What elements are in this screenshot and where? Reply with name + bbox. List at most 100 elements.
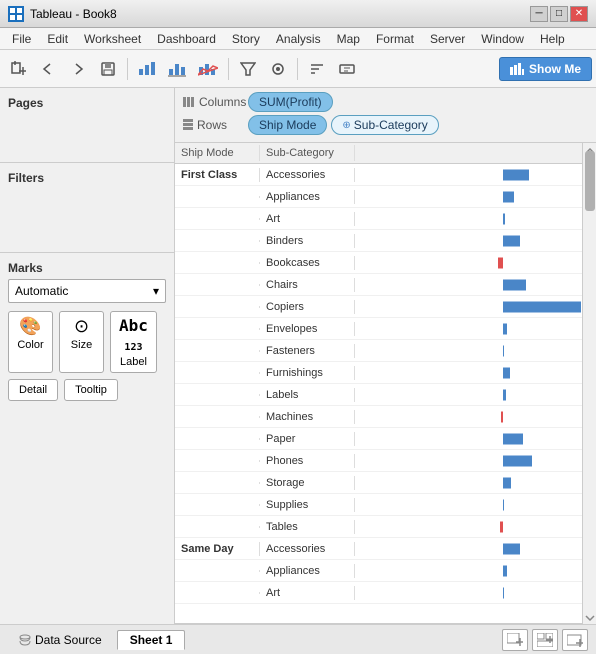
label-button[interactable]: Abc123 Label — [110, 311, 157, 373]
table-row: Appliances — [175, 186, 582, 208]
cell-ship-mode — [175, 262, 260, 264]
menu-file[interactable]: File — [4, 30, 39, 48]
rows-pill-2[interactable]: ⊕ Sub-Category — [331, 115, 438, 135]
cell-sub-category: Storage — [260, 476, 355, 490]
scroll-down-arrow[interactable] — [585, 610, 595, 624]
table-row: Furnishings — [175, 362, 582, 384]
label-icon: Abc123 — [119, 316, 148, 354]
right-area: Columns SUM(Profit) Rows Ship Mode ⊕ Sub… — [175, 88, 596, 624]
tooltip-button[interactable]: Tooltip — [64, 379, 118, 401]
sheet1-tab[interactable]: Sheet 1 — [117, 630, 186, 650]
menu-analysis[interactable]: Analysis — [268, 30, 329, 48]
database-icon — [19, 634, 31, 646]
menu-format[interactable]: Format — [368, 30, 422, 48]
scroll-thumb[interactable] — [585, 151, 595, 211]
cell-ship-mode — [175, 306, 260, 308]
filters-content — [8, 189, 166, 244]
detail-button[interactable]: Detail — [8, 379, 58, 401]
cell-sub-category: Accessories — [260, 168, 355, 182]
menu-window[interactable]: Window — [473, 30, 532, 48]
new-sheet-button[interactable] — [502, 629, 528, 651]
pages-content — [8, 114, 166, 154]
toolbar-sort-button[interactable] — [303, 55, 331, 83]
new-story-button[interactable] — [562, 629, 588, 651]
menu-map[interactable]: Map — [329, 30, 368, 48]
columns-label: Columns — [199, 95, 246, 109]
window-title: Tableau - Book8 — [30, 7, 117, 21]
rows-icon — [183, 119, 193, 131]
menu-help[interactable]: Help — [532, 30, 573, 48]
cell-ship-mode — [175, 372, 260, 374]
cell-ship-mode — [175, 240, 260, 242]
cell-sub-category: Fasteners — [260, 344, 355, 358]
menu-worksheet[interactable]: Worksheet — [76, 30, 149, 48]
marks-type-dropdown[interactable]: Automatic ▾ — [8, 279, 166, 303]
cell-sub-category: Copiers — [260, 300, 355, 314]
bar-positive — [503, 455, 532, 466]
cell-ship-mode — [175, 504, 260, 506]
menu-bar: File Edit Worksheet Dashboard Story Anal… — [0, 28, 596, 50]
app-icon — [8, 6, 24, 22]
table-row: Same DayAccessories — [175, 538, 582, 560]
chart-area: Ship Mode Sub-Category First ClassAccess… — [175, 143, 596, 624]
cell-ship-mode — [175, 350, 260, 352]
toolbar-back-button[interactable] — [34, 55, 62, 83]
menu-dashboard[interactable]: Dashboard — [149, 30, 224, 48]
toolbar-chart3-button[interactable] — [193, 55, 223, 83]
cell-ship-mode — [175, 328, 260, 330]
table-row: Machines — [175, 406, 582, 428]
toolbar-chart-button[interactable] — [133, 55, 161, 83]
color-button[interactable]: 🎨 Color — [8, 311, 53, 373]
menu-server[interactable]: Server — [422, 30, 473, 48]
filters-title: Filters — [8, 171, 166, 185]
toolbar-highlight-button[interactable] — [264, 55, 292, 83]
cell-ship-mode — [175, 438, 260, 440]
cell-ship-mode — [175, 482, 260, 484]
new-dashboard-button[interactable] — [532, 629, 558, 651]
vertical-scrollbar[interactable] — [582, 143, 596, 624]
label-label: Label — [120, 356, 147, 368]
color-label: Color — [17, 339, 43, 351]
scroll-up-arrow[interactable] — [585, 143, 595, 147]
rows-pill-1[interactable]: Ship Mode — [248, 115, 327, 135]
marks-row2: Detail Tooltip — [8, 379, 166, 401]
toolbar-separator-1 — [127, 58, 128, 80]
toolbar-forward-button[interactable] — [64, 55, 92, 83]
menu-story[interactable]: Story — [224, 30, 268, 48]
cell-sub-category: Binders — [260, 234, 355, 248]
shelf-area: Columns SUM(Profit) Rows Ship Mode ⊕ Sub… — [175, 88, 596, 143]
bar-positive — [503, 543, 520, 554]
maximize-button[interactable]: □ — [550, 6, 568, 22]
toolbar-filter-button[interactable] — [234, 55, 262, 83]
rows-label: Rows — [197, 118, 227, 132]
minimize-button[interactable]: ─ — [530, 6, 548, 22]
main-layout: Pages Filters Marks Automatic ▾ 🎨 Color … — [0, 88, 596, 624]
data-source-label: Data Source — [35, 633, 102, 647]
table-row: Chairs — [175, 274, 582, 296]
cell-sub-category: Phones — [260, 454, 355, 468]
toolbar-save-button[interactable] — [94, 55, 122, 83]
cell-sub-category: Chairs — [260, 278, 355, 292]
cell-sub-category: Furnishings — [260, 366, 355, 380]
cell-ship-mode — [175, 196, 260, 198]
bar-positive — [503, 169, 529, 180]
plus-icon: ⊕ — [342, 120, 350, 131]
bar-positive — [503, 433, 523, 444]
menu-edit[interactable]: Edit — [39, 30, 76, 48]
table-row: Appliances — [175, 560, 582, 582]
close-button[interactable]: ✕ — [570, 6, 588, 22]
toolbar: Show Me — [0, 50, 596, 88]
columns-pill[interactable]: SUM(Profit) — [248, 92, 333, 112]
header-ship-mode: Ship Mode — [175, 145, 260, 161]
bar-negative — [498, 257, 503, 268]
toolbar-new-button[interactable] — [4, 55, 32, 83]
size-button[interactable]: ⊙ Size — [59, 311, 104, 373]
window-controls: ─ □ ✕ — [530, 6, 588, 22]
title-bar: Tableau - Book8 ─ □ ✕ — [0, 0, 596, 28]
data-source-tab[interactable]: Data Source — [8, 630, 113, 650]
marks-type-label: Automatic — [15, 284, 68, 298]
show-me-button[interactable]: Show Me — [499, 57, 592, 81]
toolbar-chart2-button[interactable] — [163, 55, 191, 83]
toolbar-label-button[interactable] — [333, 55, 361, 83]
rows-pill-2-label: Sub-Category — [354, 118, 428, 132]
